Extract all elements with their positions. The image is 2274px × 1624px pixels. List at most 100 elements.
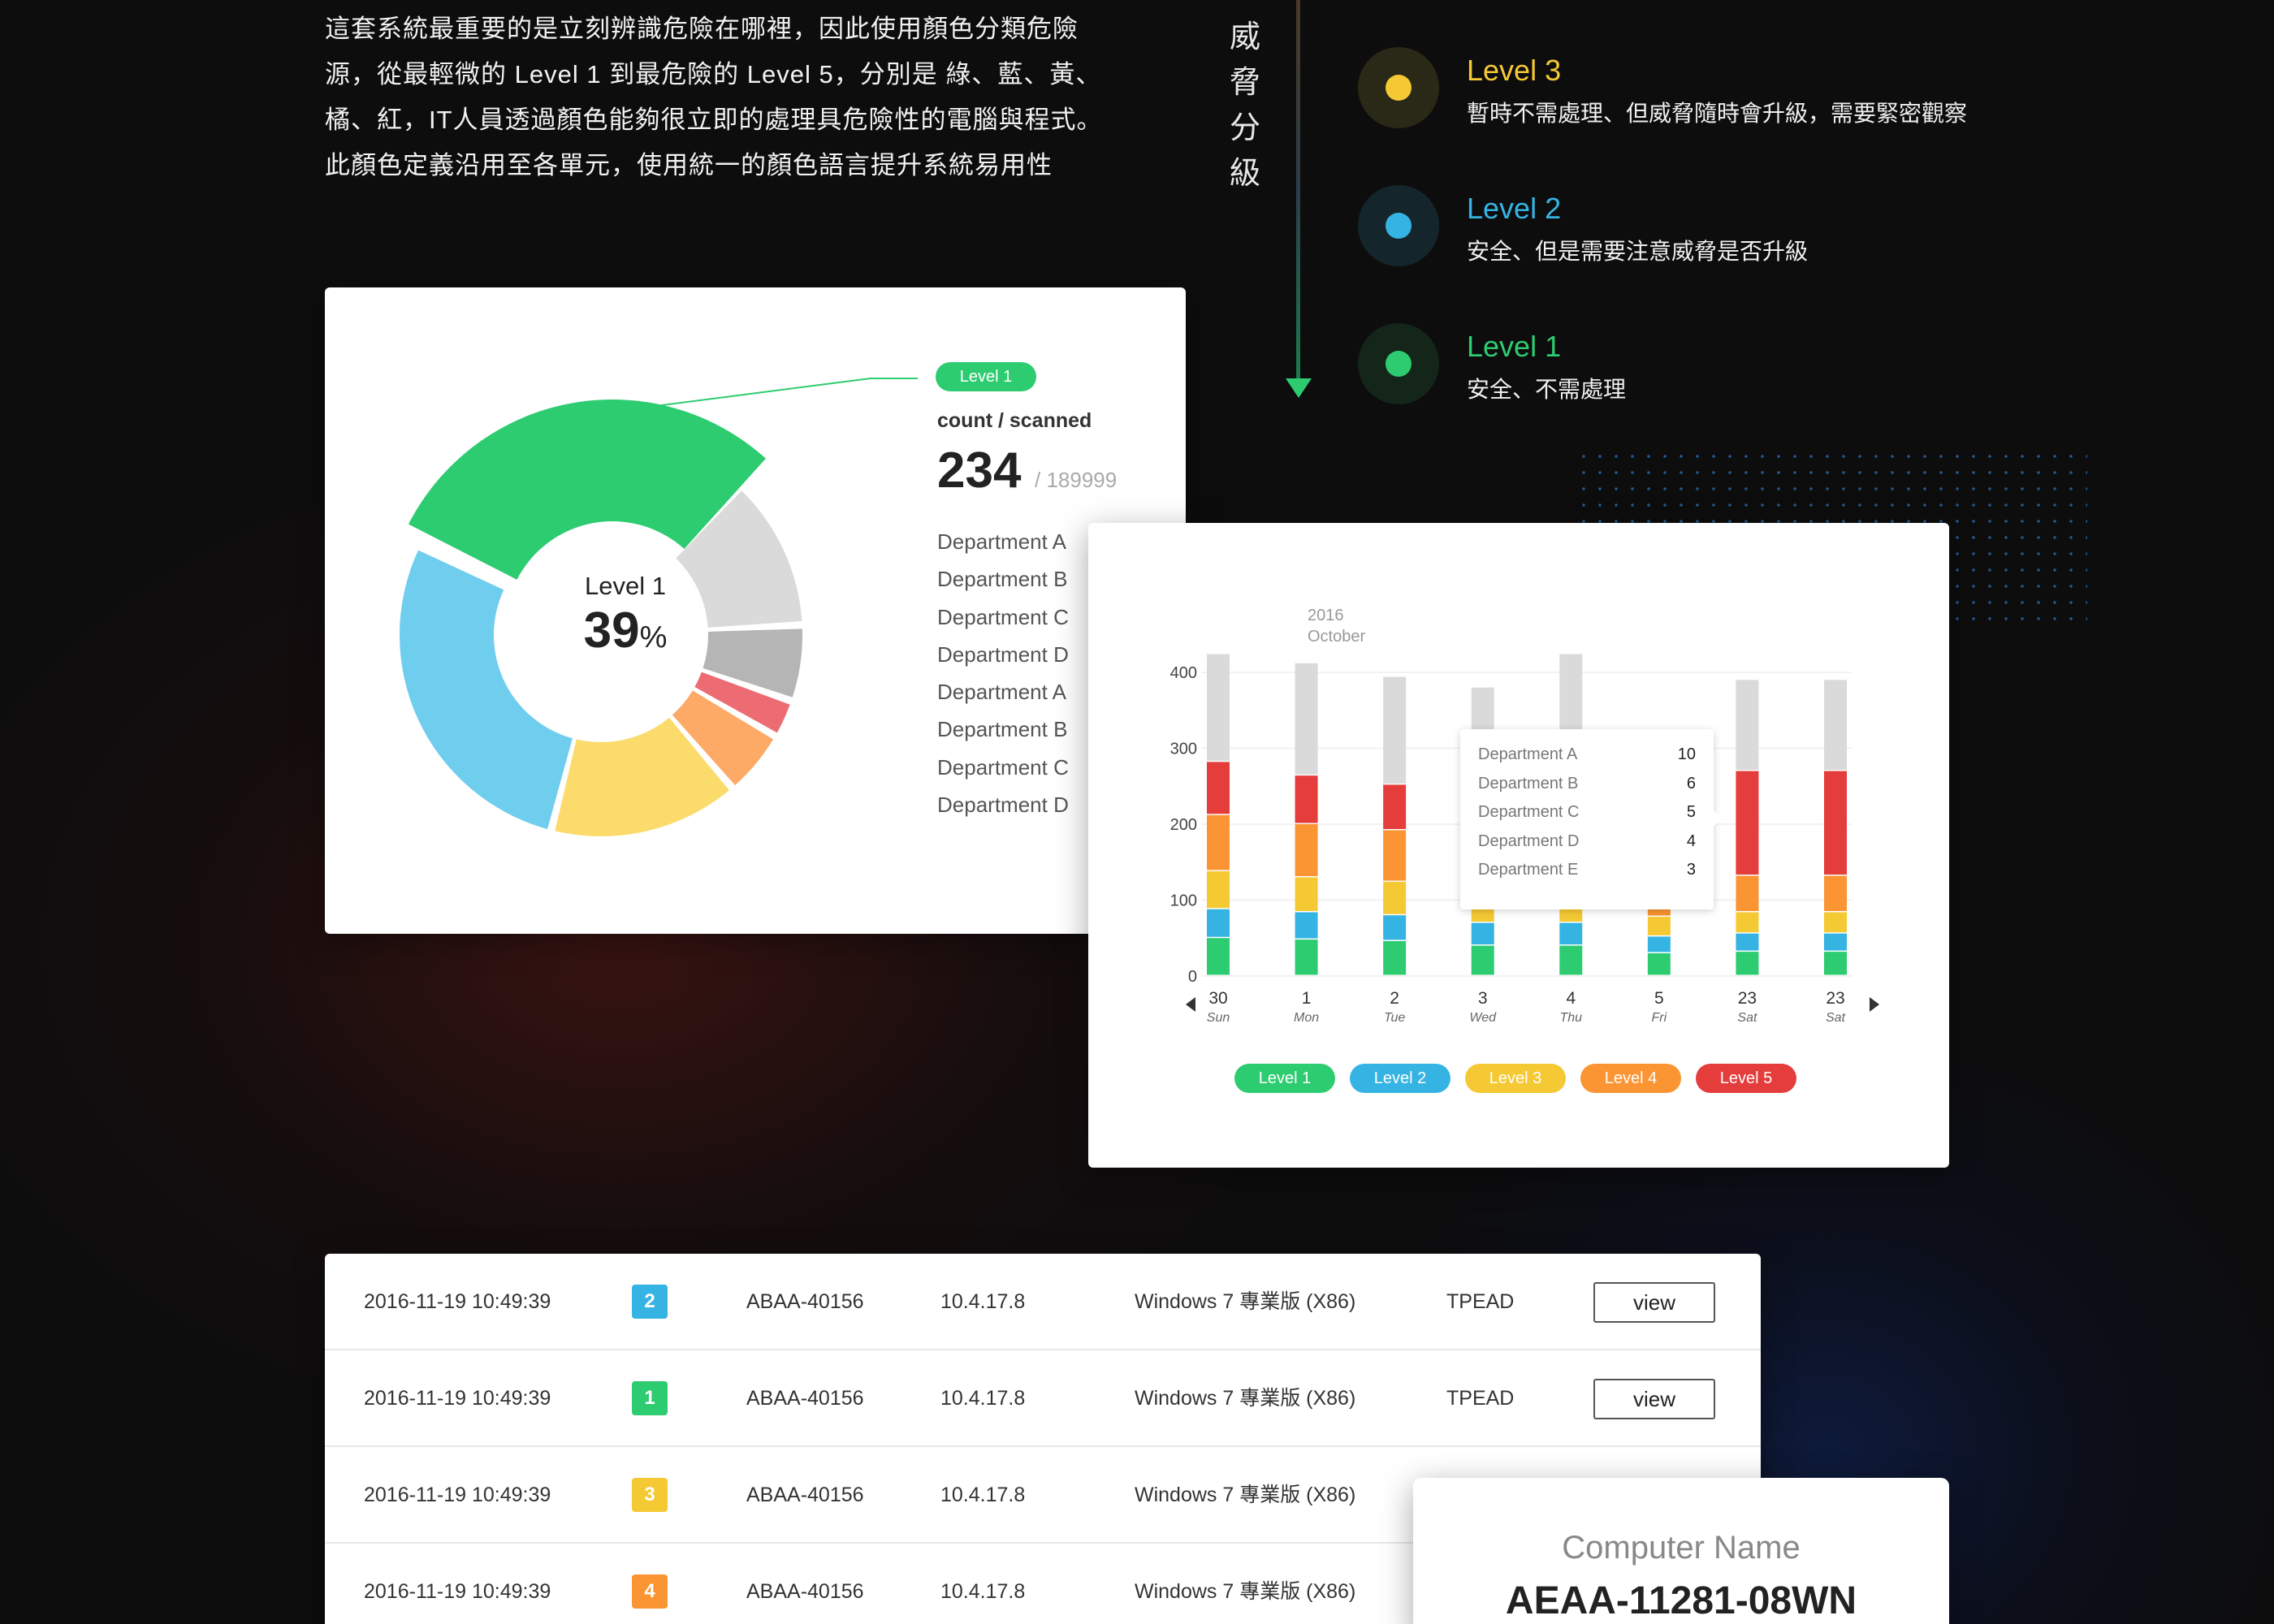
level-dot-icon <box>1386 213 1412 239</box>
donut-center-label: Level 1 39% <box>520 572 731 661</box>
bar-segment[interactable] <box>1647 952 1671 975</box>
center-level-label: Level 1 <box>585 572 666 600</box>
tooltip-value: 6 <box>1686 774 1696 793</box>
table-row[interactable]: 2016-11-19 10:49:39 1 ABAA-40156 10.4.17… <box>325 1350 1761 1447</box>
cell-timestamp: 2016-11-19 10:49:39 <box>364 1290 551 1313</box>
x-tick-label: 3 <box>1478 989 1488 1008</box>
level-title: Level 1 <box>1467 330 1562 363</box>
bar-segment[interactable] <box>1383 676 1407 784</box>
department-item[interactable]: Department D <box>937 786 1069 823</box>
bar-segment[interactable] <box>1207 814 1230 870</box>
level-row: Level 3 暫時不需處理、但威脅隨時會升級，需要緊密觀察 <box>1358 47 2089 185</box>
count-label: count / scanned <box>937 409 1092 432</box>
tooltip-value: 3 <box>1686 861 1696 879</box>
bar-segment[interactable] <box>1383 784 1407 829</box>
title-char: 級 <box>1229 157 1260 191</box>
level-row: Level 2 安全、但是需要注意威脅是否升級 <box>1358 185 2089 323</box>
x-day-label: Tue <box>1384 1011 1405 1025</box>
department-item[interactable]: Department A <box>937 523 1069 560</box>
tooltip-row: Department A 10 <box>1478 741 1696 770</box>
level-description: 暫時不需處理、但威脅隨時會升級，需要緊密觀察 <box>1467 101 1968 126</box>
bar-segment[interactable] <box>1383 940 1407 975</box>
x-day-label: Fri <box>1652 1011 1667 1025</box>
level-title: Level 3 <box>1467 54 1562 87</box>
bar-segment[interactable] <box>1295 824 1318 876</box>
bar-segment[interactable] <box>1824 912 1847 933</box>
bar-segment[interactable] <box>1824 771 1847 875</box>
threat-level-title: 威 脅 分 級 <box>1225 15 1265 197</box>
bar-segment[interactable] <box>1207 870 1230 909</box>
tooltip-key: Department D <box>1478 831 1580 850</box>
bar-segment[interactable] <box>1207 909 1230 937</box>
department-item[interactable]: Department C <box>937 749 1069 786</box>
bar-segment[interactable] <box>1736 771 1759 875</box>
bar-segment[interactable] <box>1295 775 1318 823</box>
intro-paragraph: 這套系統最重要的是立刻辨識危險在哪裡，因此使用顏色分類危險 源，從最輕微的 Le… <box>325 6 1137 188</box>
x-tick-label: 30 <box>1208 989 1227 1008</box>
legend-level-1[interactable]: Level 1 <box>1234 1064 1335 1093</box>
x-day-label: Wed <box>1469 1011 1497 1025</box>
bar-segment[interactable] <box>1383 882 1407 914</box>
bar-segment[interactable] <box>1647 917 1671 935</box>
bar-segment[interactable] <box>1736 875 1759 911</box>
view-button[interactable]: view <box>1593 1379 1715 1419</box>
bar-segment[interactable] <box>1295 877 1318 911</box>
legend-level-4[interactable]: Level 4 <box>1580 1064 1681 1093</box>
bar-segment[interactable] <box>1647 936 1671 952</box>
bar-segment[interactable] <box>1295 939 1318 975</box>
bar-segment[interactable] <box>1295 663 1318 775</box>
chart-annotation-year: 2016 <box>1308 607 1344 624</box>
bar-segment[interactable] <box>1736 933 1759 951</box>
legend-level-2[interactable]: Level 2 <box>1350 1064 1450 1093</box>
level-row: Level 1 安全、不需處理 <box>1358 323 2089 461</box>
intro-line: 橘、紅，IT人員透過顏色能夠很立即的處理具危險性的電腦與程式。 <box>325 106 1103 134</box>
y-tick-label: 100 <box>1170 892 1197 910</box>
bar-segment[interactable] <box>1736 952 1759 975</box>
chart-prev-arrow-icon[interactable] <box>1186 997 1195 1012</box>
bar-segment[interactable] <box>1824 875 1847 911</box>
chart-next-arrow-icon[interactable] <box>1870 997 1879 1012</box>
severity-arrow-line <box>1296 0 1300 382</box>
cell-version: 10.4.17.8 <box>940 1387 1026 1410</box>
bar-segment[interactable] <box>1736 912 1759 933</box>
bar-segment[interactable] <box>1559 922 1583 945</box>
bar-segment[interactable] <box>1295 912 1318 939</box>
department-item[interactable]: Department D <box>937 636 1069 673</box>
department-item[interactable]: Department B <box>937 710 1069 748</box>
tooltip-key: Department C <box>1478 803 1580 821</box>
scanned-total: / 189999 <box>1035 468 1118 492</box>
bar-segment[interactable] <box>1471 945 1494 975</box>
bar-chart-card: 0 100 200 300 400 2016 October 30 Sun 1 Mon 2 Tue 3 We… <box>1088 523 1949 1168</box>
department-item[interactable]: Department C <box>937 598 1069 636</box>
bar-segment[interactable] <box>1559 945 1583 975</box>
bar-segment[interactable] <box>1383 830 1407 881</box>
x-tick-label: 23 <box>1826 989 1844 1008</box>
center-value: 39 <box>583 603 640 659</box>
table-row[interactable]: 2016-11-19 10:49:39 2 ABAA-40156 10.4.17… <box>325 1254 1761 1350</box>
tooltip-row: Department D 4 <box>1478 827 1696 857</box>
x-tick-label: 1 <box>1302 989 1312 1008</box>
bar-segment[interactable] <box>1207 762 1230 814</box>
bar-segment[interactable] <box>1736 680 1759 771</box>
legend-level-3[interactable]: Level 3 <box>1465 1064 1566 1093</box>
bar-segment[interactable] <box>1824 952 1847 975</box>
y-tick-label: 400 <box>1170 664 1197 682</box>
bar-segment[interactable] <box>1824 933 1847 951</box>
view-button[interactable]: view <box>1593 1282 1715 1323</box>
cell-os: Windows 7 專業版 (X86) <box>1135 1387 1356 1410</box>
bar-segment[interactable] <box>1207 938 1230 975</box>
intro-line: 源，從最輕微的 Level 1 到最危險的 Level 5，分別是 綠、藍、黃、 <box>325 60 1102 89</box>
legend-level-5[interactable]: Level 5 <box>1696 1064 1796 1093</box>
center-percentage: 39% <box>520 601 731 661</box>
title-char: 脅 <box>1229 66 1260 100</box>
donut-card: Level 1 39% Level 1 count / scanned 234 … <box>325 287 1186 934</box>
department-item[interactable]: Department B <box>937 560 1069 598</box>
department-item[interactable]: Department A <box>937 673 1069 710</box>
bar-segment[interactable] <box>1471 922 1494 945</box>
cell-version: 10.4.17.8 <box>940 1484 1026 1506</box>
y-tick-label: 0 <box>1188 968 1197 986</box>
intro-line: 這套系統最重要的是立刻辨識危險在哪裡，因此使用顏色分類危險 <box>325 15 1079 43</box>
bar-segment[interactable] <box>1383 915 1407 940</box>
bar-segment[interactable] <box>1824 680 1847 771</box>
bar-segment[interactable] <box>1207 654 1230 761</box>
